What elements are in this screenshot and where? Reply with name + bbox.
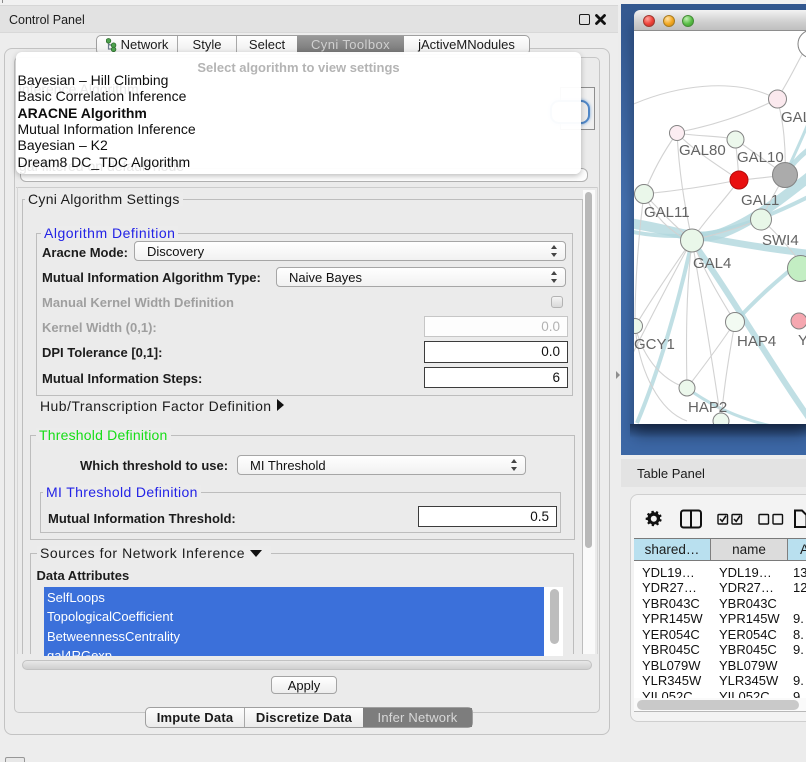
svg-text:GAL80: GAL80 — [679, 142, 726, 159]
svg-text:HAP2: HAP2 — [688, 399, 727, 416]
svg-text:GAL10: GAL10 — [737, 149, 784, 166]
svg-text:GAL4: GAL4 — [693, 255, 731, 272]
svg-text:SWI4: SWI4 — [762, 232, 799, 249]
svg-text:GCY1: GCY1 — [634, 336, 675, 353]
svg-text:GAL1: GAL1 — [741, 192, 779, 209]
svg-text:HAP4: HAP4 — [737, 333, 776, 350]
svg-text:GAL: GAL — [781, 109, 806, 126]
svg-text:GAL11: GAL11 — [644, 204, 690, 221]
svg-text:Y: Y — [798, 332, 806, 349]
